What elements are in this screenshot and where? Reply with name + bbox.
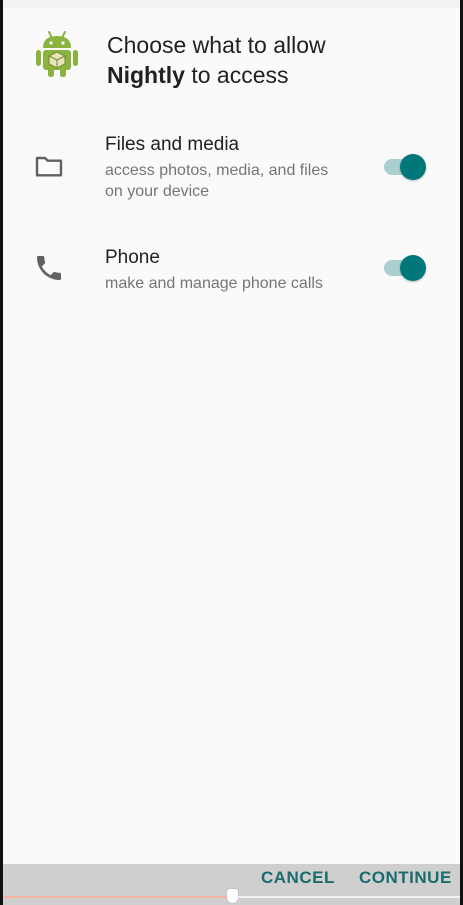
folder-icon	[35, 156, 63, 177]
phone-toggle[interactable]	[384, 253, 428, 283]
toggle-thumb	[400, 154, 426, 180]
permission-title: Files and media	[105, 134, 240, 155]
dialog-title: Choose what to allow Nightly to access	[107, 30, 437, 90]
permission-screen: Choose what to allow Nightly to access F…	[3, 0, 460, 905]
android-robot-icon	[36, 31, 78, 77]
permission-title: Phone	[105, 247, 160, 268]
title-suffix: to access	[191, 62, 289, 88]
permission-description: make and manage phone calls	[105, 275, 323, 292]
continue-button[interactable]: CONTINUE	[359, 868, 452, 888]
status-bar-strip	[3, 0, 460, 8]
cancel-button[interactable]: CANCEL	[261, 868, 335, 888]
app-name: Nightly	[107, 62, 185, 88]
phone-icon	[37, 256, 61, 280]
toggle-thumb	[400, 255, 426, 281]
seekbar-handle[interactable]	[227, 889, 238, 903]
title-prefix: Choose what to allow	[107, 32, 326, 58]
files-media-toggle[interactable]	[384, 152, 428, 182]
permission-description: access photos, media, and files on your …	[105, 162, 329, 200]
seekbar-progress	[3, 896, 231, 898]
